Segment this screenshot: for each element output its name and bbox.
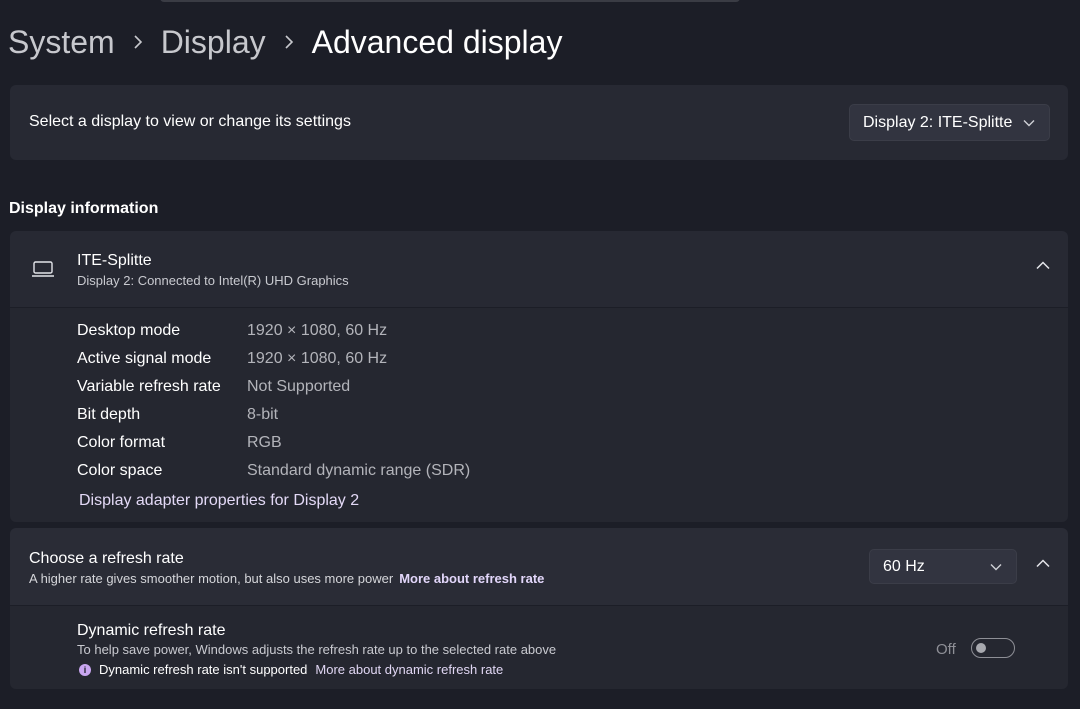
info-row: Color space Standard dynamic range (SDR) xyxy=(77,462,470,480)
info-value: 8-bit xyxy=(247,406,279,423)
info-key: Variable refresh rate xyxy=(77,378,221,395)
info-value: Not Supported xyxy=(247,378,351,395)
refresh-rate-dropdown[interactable]: 60 Hz xyxy=(869,549,1017,584)
info-key: Bit depth xyxy=(77,406,141,423)
display-select-dropdown[interactable]: Display 2: ITE-Splitte xyxy=(849,104,1050,141)
refresh-rate-card: Choose a refresh rate A higher rate give… xyxy=(10,528,1068,605)
breadcrumb: System Display Advanced display xyxy=(8,18,562,66)
breadcrumb-display[interactable]: Display xyxy=(161,24,266,61)
info-key: Color format xyxy=(77,434,166,451)
chevron-right-icon xyxy=(284,34,294,50)
dynamic-refresh-card: Dynamic refresh rate To help save power,… xyxy=(10,606,1068,689)
refresh-rate-description: A higher rate gives smoother motion, but… xyxy=(29,571,544,586)
info-row: Active signal mode 1920 × 1080, 60 Hz xyxy=(77,350,387,368)
dynamic-refresh-title: Dynamic refresh rate xyxy=(77,622,226,639)
not-supported-text: Dynamic refresh rate isn't supported xyxy=(99,662,308,677)
info-value: 1920 × 1080, 60 Hz xyxy=(247,350,388,367)
chevron-right-icon xyxy=(133,34,143,50)
refresh-rate-value: 60 Hz xyxy=(883,557,925,575)
display-info-header[interactable]: ITE-Splitte Display 2: Connected to Inte… xyxy=(10,231,1068,307)
info-value: 1920 × 1080, 60 Hz xyxy=(247,322,388,339)
breadcrumb-system[interactable]: System xyxy=(8,24,115,61)
info-row: Bit depth 8-bit xyxy=(77,406,278,424)
dynamic-refresh-toggle[interactable] xyxy=(971,638,1015,658)
info-icon: i xyxy=(79,663,91,676)
display-name: ITE-Splitte xyxy=(77,252,152,269)
info-row: Desktop mode 1920 × 1080, 60 Hz xyxy=(77,322,387,340)
select-display-label: Select a display to view or change its s… xyxy=(29,113,351,130)
window-top-edge xyxy=(160,0,740,2)
page-title: Advanced display xyxy=(311,23,563,60)
info-key: Desktop mode xyxy=(77,322,181,339)
toggle-state-label: Off xyxy=(936,641,956,658)
chevron-down-icon xyxy=(1023,119,1035,127)
more-about-refresh-rate-link[interactable]: More about refresh rate xyxy=(399,571,544,586)
info-value: RGB xyxy=(247,434,282,451)
info-value: Standard dynamic range (SDR) xyxy=(247,462,471,479)
info-key: Color space xyxy=(77,462,163,479)
dynamic-refresh-note: i Dynamic refresh rate isn't supported M… xyxy=(77,662,503,677)
refresh-rate-subtitle: A higher rate gives smoother motion, but… xyxy=(29,571,394,586)
laptop-icon xyxy=(31,260,55,283)
refresh-rate-title: Choose a refresh rate xyxy=(29,550,184,567)
chevron-up-icon[interactable] xyxy=(1036,559,1050,568)
chevron-up-icon[interactable] xyxy=(1036,261,1050,270)
display-info-details: Desktop mode 1920 × 1080, 60 Hz Active s… xyxy=(10,308,1068,522)
adapter-properties-link[interactable]: Display adapter properties for Display 2 xyxy=(79,492,359,510)
toggle-knob xyxy=(976,643,986,653)
chevron-down-icon xyxy=(990,563,1002,571)
dynamic-refresh-subtitle: To help save power, Windows adjusts the … xyxy=(77,642,557,657)
info-row: Color format RGB xyxy=(77,434,282,452)
more-about-dynamic-refresh-link[interactable]: More about dynamic refresh rate xyxy=(315,662,503,677)
select-display-card: Select a display to view or change its s… xyxy=(10,85,1068,160)
display-information-heading: Display information xyxy=(9,200,159,217)
info-row: Variable refresh rate Not Supported xyxy=(77,378,350,396)
display-connection: Display 2: Connected to Intel(R) UHD Gra… xyxy=(77,273,349,288)
display-select-value: Display 2: ITE-Splitte xyxy=(863,113,1013,131)
info-key: Active signal mode xyxy=(77,350,212,367)
